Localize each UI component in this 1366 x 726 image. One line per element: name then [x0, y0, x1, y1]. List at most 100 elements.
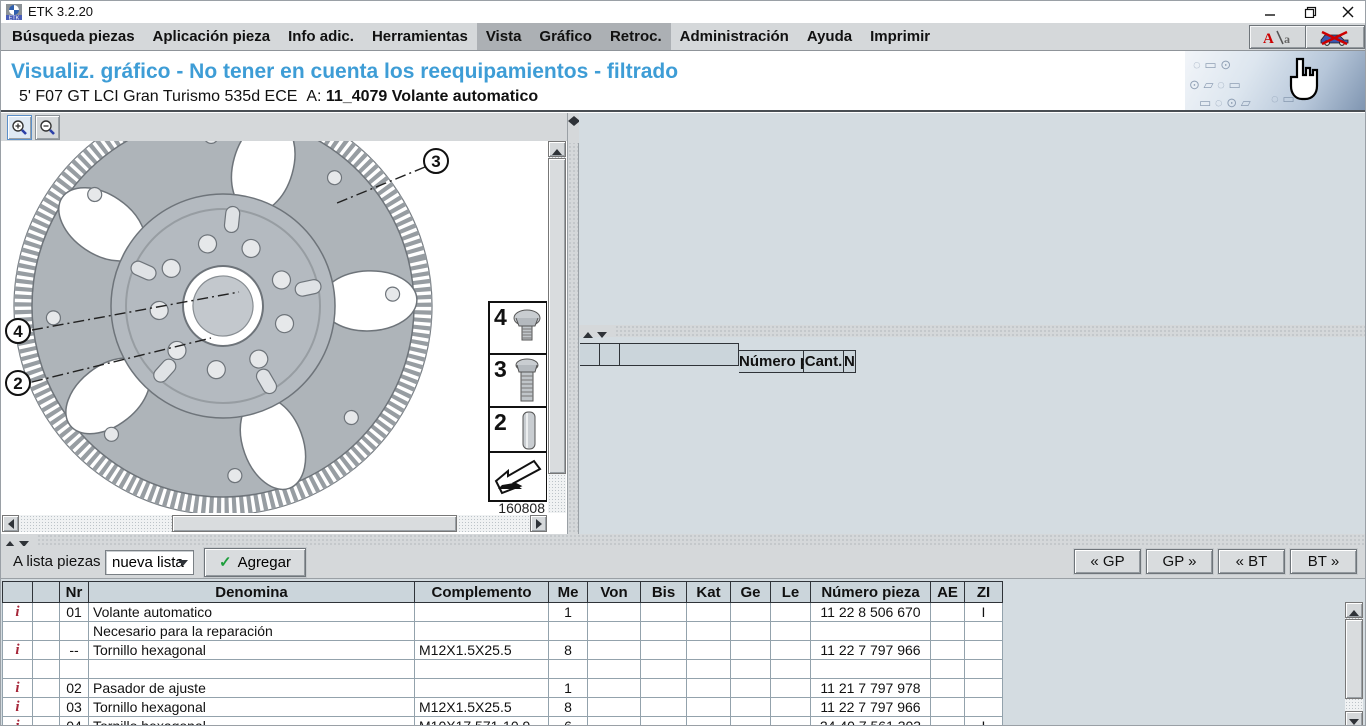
vertical-splitter[interactable]: [567, 113, 579, 534]
parts-list-dropdown[interactable]: nueva lista: [105, 550, 194, 575]
legend-item-2[interactable]: 2: [490, 408, 546, 453]
parts-table-scrollbar[interactable]: [1345, 602, 1363, 726]
col-le[interactable]: Le: [771, 582, 811, 603]
menu-item[interactable]: Aplicación pieza: [144, 23, 280, 50]
nav-button[interactable]: BT »: [1290, 549, 1357, 574]
select-cell[interactable]: [33, 679, 60, 698]
kat-cell: [687, 603, 731, 622]
col-denomina[interactable]: Denomina: [89, 582, 415, 603]
zoom-in-button[interactable]: [7, 115, 32, 140]
selection-column-header[interactable]: [600, 343, 620, 366]
select-cell[interactable]: [33, 603, 60, 622]
selection-column-header[interactable]: [620, 343, 739, 366]
menu-item[interactable]: Imprimir: [861, 23, 939, 50]
col-numero-pieza[interactable]: Número pieza: [811, 582, 931, 603]
col-complemento[interactable]: Complemento: [415, 582, 549, 603]
col-bis[interactable]: Bis: [641, 582, 687, 603]
ge-cell: [731, 641, 771, 660]
select-cell[interactable]: [33, 698, 60, 717]
scroll-thumb[interactable]: [172, 515, 457, 532]
part-diagram[interactable]: 3 4 2 4 3 2: [1, 141, 547, 513]
bis-cell: [641, 641, 687, 660]
info-icon[interactable]: [3, 622, 33, 641]
collapse-up-icon[interactable]: [583, 332, 593, 338]
info-icon[interactable]: i: [3, 603, 33, 622]
graphic-horizontal-scrollbar[interactable]: [2, 515, 547, 532]
me-cell: 8: [549, 641, 588, 660]
callout-4[interactable]: 4: [5, 318, 31, 344]
info-icon[interactable]: i: [3, 717, 33, 726]
col-me[interactable]: Me: [549, 582, 588, 603]
col-select[interactable]: [33, 582, 60, 603]
col-zi[interactable]: ZI: [965, 582, 1003, 603]
select-cell[interactable]: [33, 641, 60, 660]
nr-cell: 02: [60, 679, 89, 698]
nav-button[interactable]: « BT: [1218, 549, 1285, 574]
add-button[interactable]: ✓Agregar: [204, 548, 306, 577]
select-cell[interactable]: [33, 717, 60, 726]
scroll-up-button[interactable]: [548, 141, 566, 157]
col-info[interactable]: [3, 582, 33, 603]
table-row[interactable]: i 03 Tornillo hexagonal M12X1.5X25.5 8 1…: [3, 698, 1003, 717]
scroll-down-button[interactable]: [1345, 711, 1363, 726]
menu-item-highlighted[interactable]: Vista: [477, 23, 531, 50]
le-cell: [771, 641, 811, 660]
col-kat[interactable]: Kat: [687, 582, 731, 603]
callout-3[interactable]: 3: [423, 148, 449, 174]
select-cell[interactable]: [33, 622, 60, 641]
scroll-up-button[interactable]: [1345, 602, 1363, 618]
col-von[interactable]: Von: [588, 582, 641, 603]
menu-item[interactable]: Administración: [671, 23, 798, 50]
selection-column-header[interactable]: Número pieza: [739, 350, 804, 373]
table-row[interactable]: i 01 Volante automatico 1 11 22 8 506 67…: [3, 603, 1003, 622]
menu-item-highlighted[interactable]: Retroc.: [601, 23, 671, 50]
scroll-thumb[interactable]: [1345, 619, 1363, 699]
zoom-out-button[interactable]: [35, 115, 60, 140]
selection-splitter[interactable]: [579, 325, 1366, 337]
info-icon[interactable]: i: [3, 641, 33, 660]
menu-item[interactable]: Ayuda: [798, 23, 861, 50]
col-ae[interactable]: AE: [931, 582, 965, 603]
ge-cell: [731, 717, 771, 726]
table-row[interactable]: i 04 Tornillo hexagonal M10X17,571-10.9 …: [3, 717, 1003, 726]
table-row[interactable]: [3, 660, 1003, 679]
info-icon[interactable]: [3, 660, 33, 679]
table-row[interactable]: Necesario para la reparación: [3, 622, 1003, 641]
le-cell: [771, 679, 811, 698]
horizontal-splitter[interactable]: [1, 534, 1366, 546]
menu-item[interactable]: Búsqueda piezas: [3, 23, 144, 50]
table-row[interactable]: i 02 Pasador de ajuste 1 11 21 7 797 978: [3, 679, 1003, 698]
graphic-vertical-scrollbar[interactable]: [548, 141, 566, 513]
kat-cell: [687, 679, 731, 698]
col-ge[interactable]: Ge: [731, 582, 771, 603]
action-toolbar: A lista piezas nueva lista ✓Agregar « GP…: [1, 546, 1366, 579]
hide-vehicle-button[interactable]: [1305, 25, 1365, 49]
ge-cell: [731, 679, 771, 698]
legend-item-arrow[interactable]: [490, 453, 546, 500]
scroll-thumb[interactable]: [548, 158, 566, 474]
selection-column-header[interactable]: N: [844, 350, 856, 373]
menu-item[interactable]: Herramientas: [363, 23, 477, 50]
info-icon[interactable]: i: [3, 679, 33, 698]
selection-column-header[interactable]: Cant.: [804, 350, 844, 373]
legend-item-3[interactable]: 3: [490, 355, 546, 408]
close-button[interactable]: [1331, 1, 1365, 23]
menu-item[interactable]: Info adic.: [279, 23, 363, 50]
scroll-left-button[interactable]: [2, 515, 19, 532]
table-row[interactable]: i -- Tornillo hexagonal M12X1.5X25.5 8 1…: [3, 641, 1003, 660]
restore-button[interactable]: [1293, 1, 1327, 23]
nav-button[interactable]: « GP: [1074, 549, 1141, 574]
zi-cell: [965, 622, 1003, 641]
collapse-down-icon[interactable]: [597, 332, 607, 338]
legend-item-4[interactable]: 4: [490, 303, 546, 355]
menu-item-highlighted[interactable]: Gráfico: [530, 23, 601, 50]
selection-column-header[interactable]: [580, 343, 600, 366]
select-cell[interactable]: [33, 660, 60, 679]
col-nr[interactable]: Nr: [60, 582, 89, 603]
callout-2[interactable]: 2: [5, 370, 31, 396]
info-icon[interactable]: i: [3, 698, 33, 717]
nav-button[interactable]: GP »: [1146, 549, 1213, 574]
font-size-toggle-button[interactable]: Aa: [1249, 25, 1309, 49]
minimize-button[interactable]: [1253, 1, 1287, 23]
scroll-right-button[interactable]: [530, 515, 547, 532]
